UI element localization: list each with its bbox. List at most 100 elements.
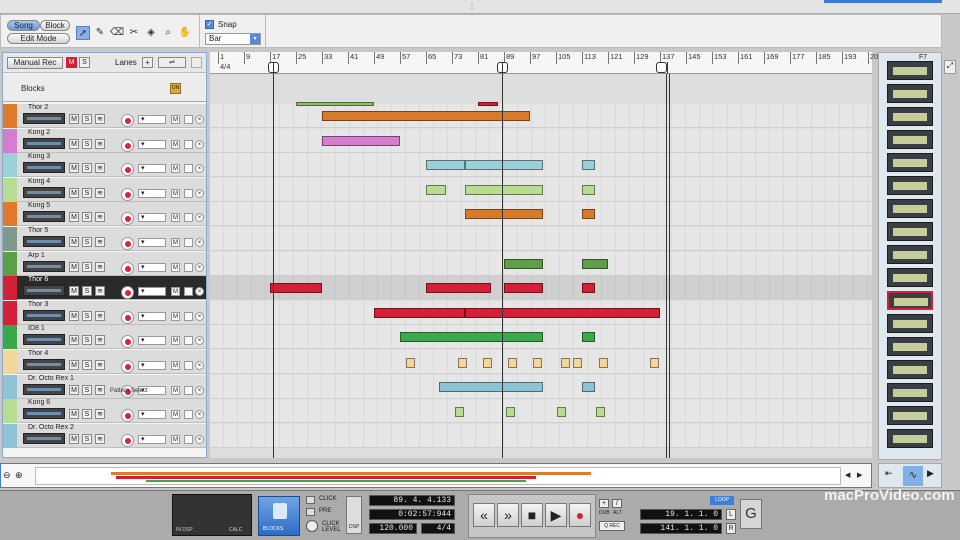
clip[interactable] [465, 209, 543, 220]
rack-device-thumbnail[interactable] [887, 268, 933, 287]
rack-device-thumbnail[interactable] [887, 130, 933, 149]
track-lanes-icon[interactable]: ≋ [95, 310, 105, 321]
track-lane-mute-button[interactable]: M [171, 361, 180, 370]
track-solo-button[interactable]: S [82, 433, 92, 444]
rack-device-thumbnail[interactable] [887, 222, 933, 241]
track-row[interactable]: Kong 5 M S ≋ ▾ M × [3, 202, 206, 227]
track-lanes-icon[interactable]: ≋ [95, 409, 105, 420]
track-automation-select[interactable]: ▾ [138, 336, 166, 346]
clip[interactable] [270, 283, 322, 294]
manual-rec-button[interactable]: Manual Rec [7, 57, 63, 69]
track-delete-icon[interactable]: × [195, 115, 204, 124]
rack-device-thumbnail[interactable] [887, 84, 933, 103]
track-lane-mute-button[interactable]: M [171, 336, 180, 346]
rack-prev-icon[interactable]: ⇤ [885, 468, 899, 484]
blocks-enable-icon[interactable]: ON [170, 83, 181, 94]
track-lane-checkbox[interactable] [184, 188, 193, 198]
track-lane[interactable] [210, 423, 872, 448]
pencil-tool-icon[interactable]: ✎ [93, 26, 107, 40]
rewind-button[interactable]: « [473, 503, 495, 527]
track-lane-checkbox[interactable] [184, 385, 193, 395]
track-row[interactable]: Dr. Octo Rex 2 M S ≋ ▾ M × [3, 423, 206, 448]
track-automation-select[interactable]: ▾ [138, 139, 166, 149]
track-mute-button[interactable]: M [69, 187, 79, 198]
track-lanes-icon[interactable]: ≋ [95, 384, 105, 395]
clip[interactable] [374, 307, 465, 318]
blocks-button[interactable]: BLOCKS [258, 496, 300, 536]
clip[interactable] [582, 160, 595, 171]
track-record-enable-button[interactable] [121, 360, 134, 373]
track-record-enable-button[interactable] [121, 212, 134, 226]
clip[interactable] [478, 102, 498, 106]
track-delete-icon[interactable]: × [195, 213, 204, 223]
rack-device-thumbnail[interactable] [887, 291, 933, 310]
arrangement-area[interactable] [210, 74, 872, 458]
track-lanes-icon[interactable]: ≋ [95, 237, 105, 247]
master-mute-button[interactable]: M [66, 57, 77, 68]
clip[interactable] [465, 184, 543, 195]
rack-device-thumbnail[interactable] [887, 245, 933, 264]
track-solo-button[interactable]: S [82, 360, 92, 370]
right-locator-line[interactable] [669, 74, 670, 458]
track-lanes-icon[interactable]: ≋ [95, 286, 105, 297]
track-row[interactable]: Kong 3 M S ≋ ▾ M × [3, 153, 206, 178]
overview-strip[interactable] [35, 467, 841, 485]
track-solo-button[interactable]: S [82, 138, 92, 149]
rack-device-thumbnail[interactable] [887, 406, 933, 425]
clip[interactable] [557, 407, 566, 418]
track-record-enable-button[interactable] [121, 237, 134, 250]
clip[interactable] [561, 358, 570, 368]
hand-tool-icon[interactable]: ✋ [178, 26, 192, 40]
clip[interactable] [582, 283, 595, 294]
track-solo-button[interactable]: S [82, 187, 92, 198]
track-automation-select[interactable]: ▾ [138, 434, 166, 444]
track-automation-select[interactable]: ▾ [138, 311, 166, 321]
track-mute-button[interactable]: M [69, 237, 79, 247]
clip[interactable] [465, 307, 660, 318]
track-delete-icon[interactable]: × [195, 262, 204, 272]
track-automation-select[interactable]: ▾ [138, 115, 166, 124]
track-lane-mute-button[interactable]: M [171, 311, 180, 321]
click-level-knob[interactable] [306, 520, 318, 532]
left-locator-button[interactable]: L [726, 509, 736, 520]
rack-device-thumbnail[interactable] [887, 61, 933, 80]
track-automation-select[interactable]: ▾ [138, 238, 166, 247]
zoom-in-icon[interactable]: ⊕ [15, 466, 27, 485]
track-mute-button[interactable]: M [69, 114, 79, 124]
edit-mode-button[interactable]: Edit Mode [7, 33, 70, 44]
track-lane-mute-button[interactable]: M [171, 262, 180, 272]
track-delete-icon[interactable]: × [195, 188, 204, 198]
block-mode-button[interactable]: Block [40, 20, 70, 31]
rack-device-thumbnail[interactable] [887, 153, 933, 172]
track-lane-mute-button[interactable]: M [171, 164, 180, 174]
track-row[interactable]: Thor 6 M S ≋ ▾ M × [3, 276, 206, 301]
clip[interactable] [508, 358, 517, 368]
track-delete-icon[interactable]: × [195, 238, 204, 247]
track-lanes-icon[interactable]: ≋ [95, 114, 105, 124]
clip[interactable] [406, 358, 415, 368]
pre-count-checkbox[interactable] [306, 508, 315, 516]
track-row[interactable]: Kong 6 M S ≋ ▾ M × [3, 399, 206, 424]
track-delete-icon[interactable]: × [195, 311, 204, 321]
quantize-rec-button[interactable]: Q REC [599, 521, 625, 531]
clip[interactable] [533, 358, 542, 368]
right-locator-button[interactable]: R [726, 523, 736, 534]
rack-device-thumbnail[interactable] [887, 107, 933, 126]
track-delete-icon[interactable]: × [195, 361, 204, 370]
track-automation-select[interactable]: ▾ [138, 361, 166, 370]
track-lane-checkbox[interactable] [184, 262, 193, 272]
track-lane-mute-button[interactable]: M [171, 287, 180, 297]
track-automation-select[interactable]: ▾ [138, 164, 166, 174]
track-mute-button[interactable]: M [69, 138, 79, 149]
right-locator-display[interactable]: 141. 1. 1. 0 [640, 523, 722, 534]
track-lanes-icon[interactable]: ≋ [95, 212, 105, 223]
track-row[interactable]: Thor 3 M S ≋ ▾ M × [3, 300, 206, 325]
track-delete-icon[interactable]: × [195, 164, 204, 174]
clip[interactable] [582, 258, 608, 269]
track-lanes-icon[interactable]: ≋ [95, 138, 105, 149]
clip[interactable] [599, 358, 608, 368]
track-lane-checkbox[interactable] [184, 115, 193, 124]
track-record-enable-button[interactable] [121, 286, 134, 300]
track-lanes-icon[interactable]: ≋ [95, 360, 105, 370]
track-lane-checkbox[interactable] [184, 434, 193, 444]
